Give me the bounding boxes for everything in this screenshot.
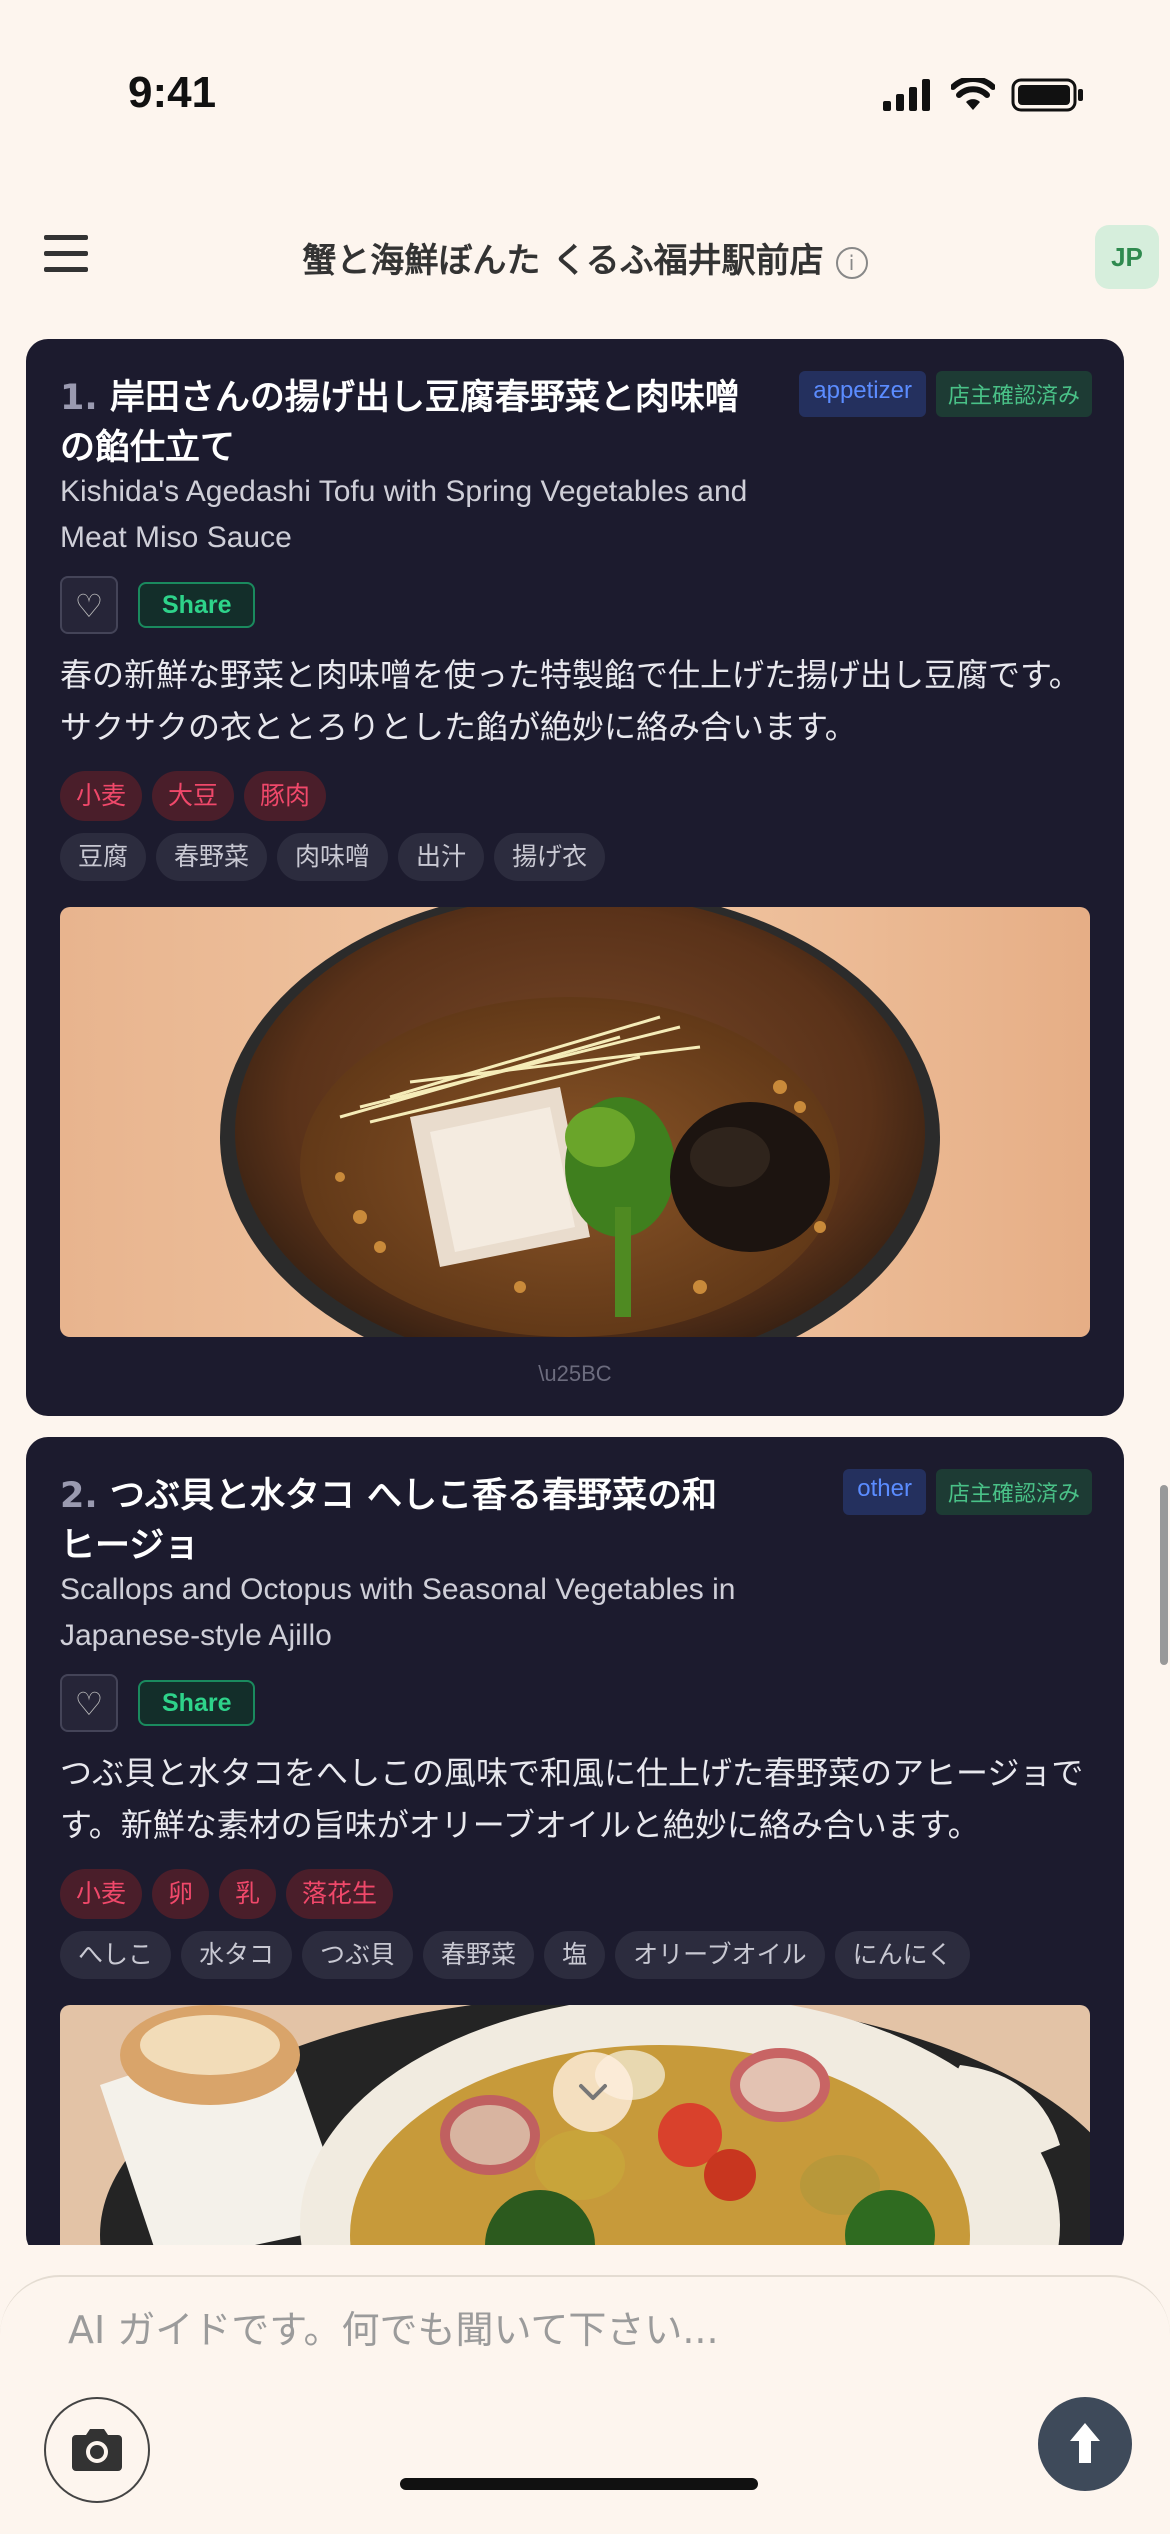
dish-name: つぶ貝と水タコ へしこ香る春野菜の和ヒージョ bbox=[60, 1476, 718, 1566]
ingredient-tag: 春野菜 bbox=[156, 833, 268, 881]
allergen-tags: 小麦 大豆 豚肉 bbox=[60, 771, 327, 821]
status-time: 9:41 bbox=[128, 68, 217, 117]
home-indicator bbox=[400, 2478, 758, 2490]
dish-number: 1. bbox=[60, 378, 98, 418]
dish-badges: appetizer 店主確認済み bbox=[799, 371, 1092, 417]
share-button[interactable]: Share bbox=[138, 1680, 256, 1726]
category-badge: other bbox=[843, 1469, 926, 1515]
page-title: 蟹と海鮮ぼんた くるふ福井駅前店 bbox=[302, 241, 824, 281]
allergen-tag: 大豆 bbox=[152, 771, 235, 821]
ingredient-tag: つぶ貝 bbox=[302, 1931, 414, 1979]
ingredient-tag: へしこ bbox=[60, 1931, 172, 1979]
ingredient-tag: 揚げ衣 bbox=[494, 833, 606, 881]
heart-icon: ♡ bbox=[74, 1685, 104, 1723]
battery-icon bbox=[1011, 78, 1083, 112]
dish-actions: ♡ Share bbox=[60, 576, 256, 634]
category-badge: appetizer bbox=[799, 371, 926, 417]
ingredient-tag: オリーブオイル bbox=[615, 1931, 825, 1979]
menu-card: 1. 岸田さんの揚げ出し豆腐春野菜と肉味噌の餡仕立て appetizer 店主確… bbox=[26, 339, 1124, 1416]
agedashi-tofu-image bbox=[60, 907, 1090, 1337]
allergen-tag: 落花生 bbox=[286, 1869, 394, 1919]
ingredient-tag: 春野菜 bbox=[423, 1931, 535, 1979]
menu-list[interactable]: 1. 岸田さんの揚げ出し豆腐春野菜と肉味噌の餡仕立て appetizer 店主確… bbox=[0, 335, 1170, 2245]
dish-name: 岸田さんの揚げ出し豆腐春野菜と肉味噌の餡仕立て bbox=[60, 378, 740, 468]
app-header: 蟹と海鮮ぼんた くるふ福井駅前店 i JP bbox=[0, 215, 1170, 305]
chat-panel bbox=[0, 2275, 1170, 2534]
ingredient-tag: にんにく bbox=[834, 1931, 971, 1979]
send-button[interactable] bbox=[1038, 2397, 1132, 2491]
page-title-wrap: 蟹と海鮮ぼんた くるふ福井駅前店 i bbox=[0, 233, 1170, 282]
dish-photo[interactable] bbox=[60, 907, 1090, 1337]
dish-description: 春の新鮮な野菜と肉味噌を使った特製餡で仕上げた揚げ出し豆腐です。サクサクの衣とと… bbox=[60, 656, 1081, 746]
chevron-down-icon bbox=[579, 2084, 607, 2100]
arrow-up-icon bbox=[1070, 2423, 1100, 2463]
camera-icon bbox=[72, 2429, 122, 2471]
ingredient-tags: 豆腐 春野菜 肉味噌 出汁 揚げ衣 bbox=[60, 833, 606, 881]
ingredient-tag: 豆腐 bbox=[60, 833, 147, 881]
info-icon[interactable]: i bbox=[835, 246, 868, 279]
allergen-tag: 乳 bbox=[219, 1869, 277, 1919]
chat-input[interactable] bbox=[66, 2307, 970, 2353]
dish-actions: ♡ Share bbox=[60, 1674, 256, 1732]
share-button[interactable]: Share bbox=[138, 582, 256, 628]
dish-description: つぶ貝と水タコをへしこの風味で和風に仕上げた春野菜のアヒージョです。新鮮な素材の… bbox=[60, 1754, 1084, 1844]
wifi-icon bbox=[951, 78, 995, 110]
favorite-button[interactable]: ♡ bbox=[60, 1674, 118, 1732]
status-bar: 9:41 bbox=[0, 0, 1170, 200]
dish-english-name: Kishida's Agedashi Tofu with Spring Vege… bbox=[60, 475, 748, 554]
verified-badge: 店主確認済み bbox=[935, 1469, 1092, 1515]
dish-title: 2. つぶ貝と水タコ へしこ香る春野菜の和ヒージョ bbox=[60, 1471, 750, 1571]
ingredient-tag: 塩 bbox=[544, 1931, 606, 1979]
verified-badge: 店主確認済み bbox=[935, 371, 1092, 417]
ingredient-tags: へしこ 水タコ つぶ貝 春野菜 塩 オリーブオイル にんにく bbox=[60, 1931, 971, 1979]
allergen-tag: 小麦 bbox=[60, 1869, 143, 1919]
heart-icon: ♡ bbox=[74, 587, 104, 625]
scrollbar[interactable] bbox=[1160, 1485, 1168, 1665]
favorite-button[interactable]: ♡ bbox=[60, 576, 118, 634]
language-button[interactable]: JP bbox=[1095, 225, 1159, 289]
photo-caption: \u25BC bbox=[538, 1361, 612, 1386]
allergen-tag: 小麦 bbox=[60, 771, 143, 821]
camera-button[interactable] bbox=[44, 2397, 150, 2503]
dish-title: 1. 岸田さんの揚げ出し豆腐春野菜と肉味噌の餡仕立て bbox=[60, 373, 750, 473]
scroll-down-button[interactable] bbox=[553, 2052, 633, 2132]
ingredient-tag: 肉味噌 bbox=[277, 833, 389, 881]
signal-icon bbox=[883, 79, 930, 111]
allergen-tag: 卵 bbox=[152, 1869, 210, 1919]
allergen-tags: 小麦 卵 乳 落花生 bbox=[60, 1869, 394, 1919]
ingredient-tag: 出汁 bbox=[398, 833, 485, 881]
status-icons bbox=[883, 78, 1085, 112]
ingredient-tag: 水タコ bbox=[181, 1931, 293, 1979]
allergen-tag: 豚肉 bbox=[244, 771, 327, 821]
dish-number: 2. bbox=[60, 1476, 98, 1516]
dish-badges: other 店主確認済み bbox=[843, 1469, 1092, 1515]
dish-english-name: Scallops and Octopus with Seasonal Veget… bbox=[60, 1573, 736, 1652]
